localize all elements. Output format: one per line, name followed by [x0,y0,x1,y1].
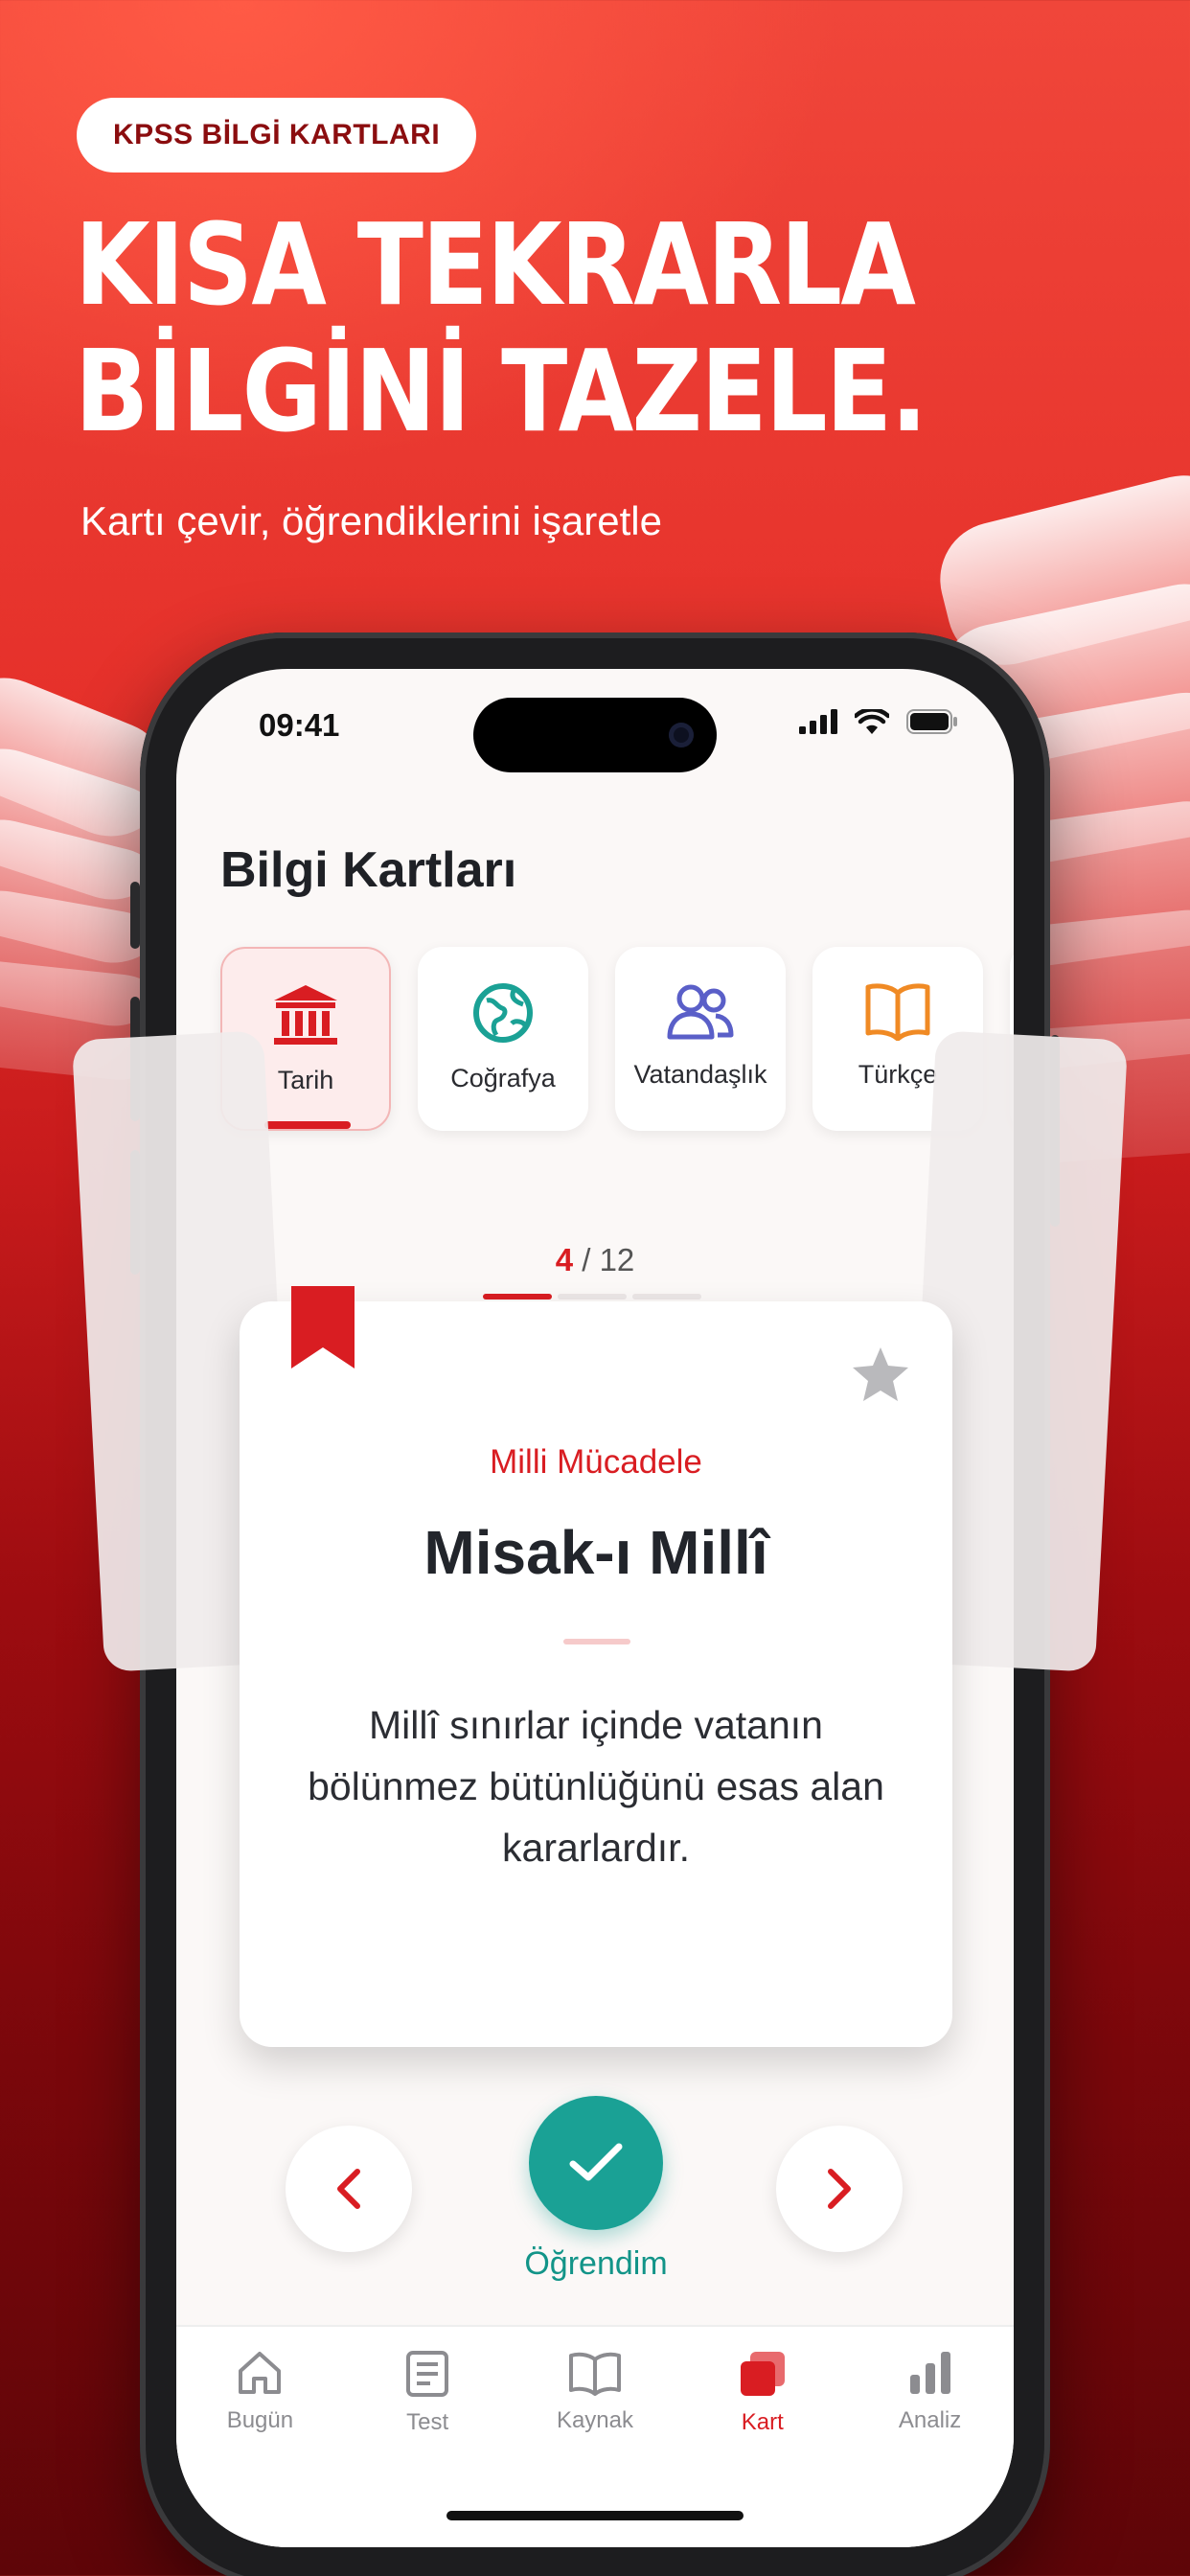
chevron-right-icon [828,2169,851,2209]
selected-indicator [264,1121,351,1129]
tab-label: Analiz [898,2407,962,2433]
tab-bugun[interactable]: Bugün [193,2350,327,2547]
progress-segment [483,1294,552,1300]
tab-label: Test [406,2409,449,2435]
globe-icon [473,983,533,1043]
category-label: Tarih [277,1066,334,1094]
tab-label: Kart [741,2409,784,2435]
category-tab-vatandaslik[interactable]: Vatandaşlık [615,947,786,1131]
home-indicator[interactable] [446,2511,744,2520]
promo-subtitle: Kartı çevir, öğrendiklerini işaretle [80,498,662,543]
battery-icon [906,709,957,734]
headline-line-2: BİLGİNİ TAZELE. [75,325,927,457]
card-divider [563,1639,630,1644]
bar-chart-icon [909,2352,950,2394]
chevron-left-icon [337,2169,360,2209]
favorite-star-icon[interactable] [851,1346,910,1403]
learned-button[interactable] [529,2096,663,2230]
home-icon [239,2352,282,2394]
category-tab-cografya[interactable]: Coğrafya [418,947,588,1131]
headline-line-1: KISA TEKRARLA [75,198,916,331]
status-icons [799,709,958,734]
museum-icon [274,985,337,1045]
next-card-button[interactable] [776,2126,903,2252]
book-icon [568,2352,621,2396]
previous-card-button[interactable] [286,2126,412,2252]
book-open-icon [865,983,930,1041]
card-definition: Millî sınırlar içinde vatanın bölünmez b… [308,1703,884,1870]
document-icon [406,2351,449,2397]
dynamic-island [473,698,717,772]
action-button [130,882,140,949]
status-time: 09:41 [259,707,340,743]
counter-total: / 12 [582,1242,635,1277]
signal-icon [799,709,837,734]
promo-headline: KISA TEKRARLA BİLGİNİ TAZELE. [75,198,927,457]
cards-icon [740,2352,785,2396]
bookmark-ribbon-icon [291,1286,355,1368]
progress-segment [558,1294,627,1300]
category-label: Coğrafya [450,1064,556,1092]
flashcard[interactable]: Milli Mücadele Misak-ı Millî Millî sınır… [240,1286,952,2047]
check-icon [569,2143,623,2181]
category-label: Vatandaşlık [633,1060,767,1089]
progress-segment [632,1294,701,1300]
page-title: Bilgi Kartları [220,842,517,898]
card-term: Misak-ı Millî [423,1518,768,1587]
card-counter: 4 / 12 [176,1242,1014,1278]
promo-badge: KPSS BİLGİ KARTLARI [77,98,477,172]
category-tabs: Tarih Coğrafya Vatandaşlık Türkçe [220,947,1014,1131]
tab-label: Kaynak [556,2407,634,2433]
category-label: Türkçe [858,1060,938,1089]
learned-label: Öğrendim [524,2245,668,2282]
counter-current: 4 [555,1242,574,1277]
users-icon [667,984,734,1040]
wifi-icon [855,709,889,734]
tab-label: Bugün [226,2407,294,2433]
tab-analiz[interactable]: Analiz [863,2350,997,2547]
progress-bar [483,1294,701,1300]
card-category: Milli Mücadele [490,1443,702,1481]
